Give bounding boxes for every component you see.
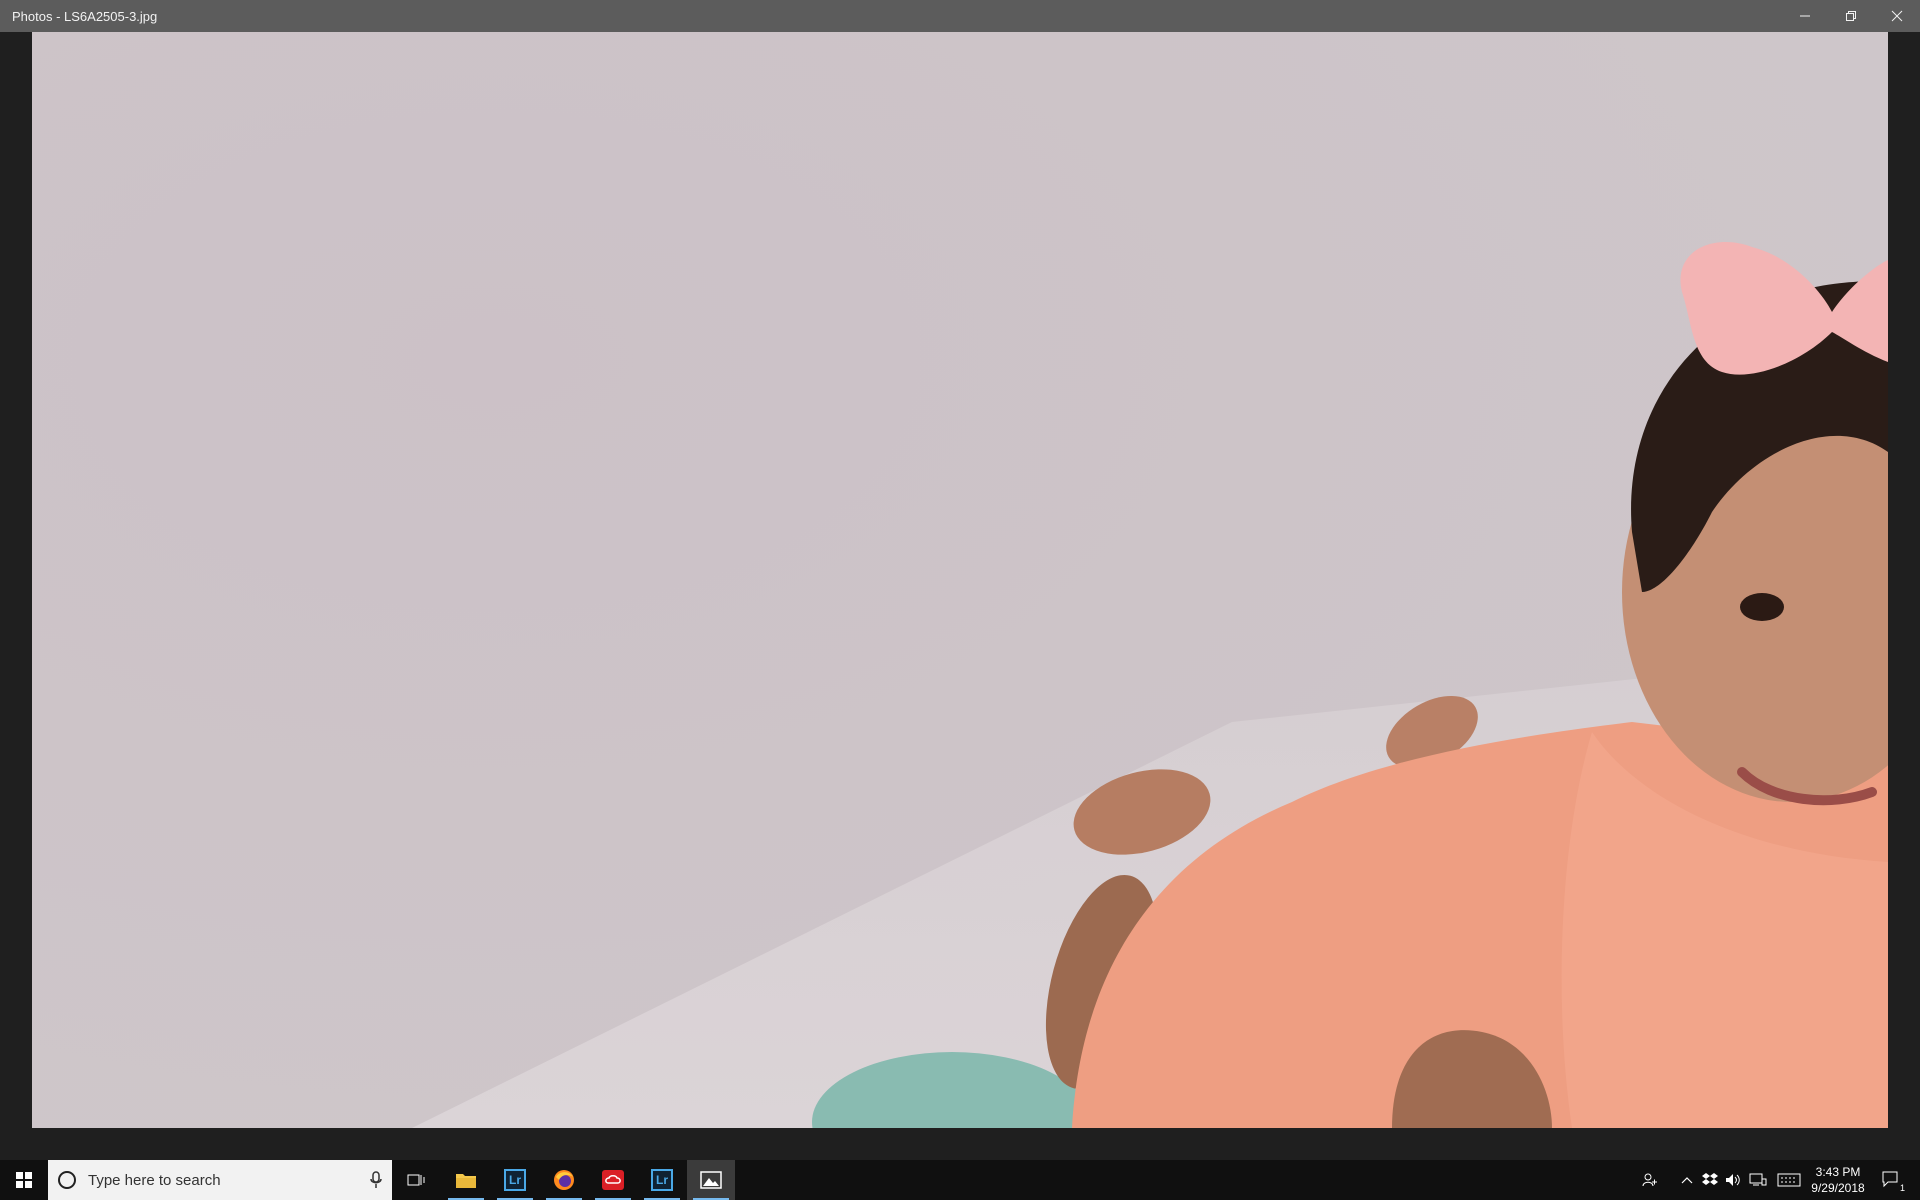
network-icon[interactable] <box>1748 1170 1768 1190</box>
taskbar-clock[interactable]: 3:43 PM 9/29/2018 <box>1808 1164 1868 1196</box>
restore-icon <box>1846 11 1856 21</box>
cortana-circle-icon <box>58 1171 76 1189</box>
taskbar: Type here to search Lr Lr 3:43 PM 9/29/2… <box>0 1160 1920 1200</box>
close-button[interactable] <box>1874 0 1920 32</box>
photo-image[interactable] <box>32 32 1888 1128</box>
search-box[interactable]: Type here to search <box>48 1160 392 1200</box>
taskbar-creative-cloud[interactable] <box>589 1160 637 1200</box>
folder-icon <box>456 1174 476 1188</box>
chevron-up-icon[interactable] <box>1677 1170 1697 1190</box>
search-placeholder: Type here to search <box>88 1172 221 1189</box>
photo-viewer[interactable] <box>0 32 1920 1160</box>
lr-icon: Lr <box>504 1169 526 1191</box>
volume-icon[interactable] <box>1723 1170 1743 1190</box>
keyboard-icon[interactable] <box>1776 1170 1802 1190</box>
microphone-icon[interactable] <box>370 1171 382 1189</box>
taskbar-firefox[interactable] <box>540 1160 588 1200</box>
photo-content <box>32 32 1888 1128</box>
minimize-button[interactable] <box>1782 0 1828 32</box>
start-button[interactable] <box>0 1160 48 1200</box>
taskbar-lightroom[interactable]: Lr <box>491 1160 539 1200</box>
taskbar-lightroom-classic[interactable]: Lr <box>638 1160 686 1200</box>
notification-count: 1 <box>1898 1183 1906 1193</box>
title-bar: Photos - LS6A2505-3.jpg <box>0 0 1920 32</box>
dropbox-icon[interactable] <box>1700 1170 1720 1190</box>
clock-date: 9/29/2018 <box>1811 1181 1865 1195</box>
task-view-icon <box>407 1174 425 1186</box>
creative-cloud-icon <box>602 1170 624 1190</box>
close-icon <box>1891 10 1903 22</box>
lr-icon: Lr <box>651 1169 673 1191</box>
action-center-button[interactable]: 1 <box>1880 1170 1906 1193</box>
restore-button[interactable] <box>1828 0 1874 32</box>
people-icon[interactable] <box>1640 1170 1660 1190</box>
taskbar-file-explorer[interactable] <box>442 1160 490 1200</box>
minimize-icon <box>1800 15 1810 17</box>
taskbar-photos[interactable] <box>687 1160 735 1200</box>
photos-icon <box>700 1171 722 1189</box>
clock-time: 3:43 PM <box>1815 1165 1861 1179</box>
window-title: Photos - LS6A2505-3.jpg <box>12 9 158 24</box>
task-view-button[interactable] <box>392 1160 440 1200</box>
firefox-icon <box>554 1170 574 1190</box>
windows-logo-icon <box>16 1172 32 1188</box>
